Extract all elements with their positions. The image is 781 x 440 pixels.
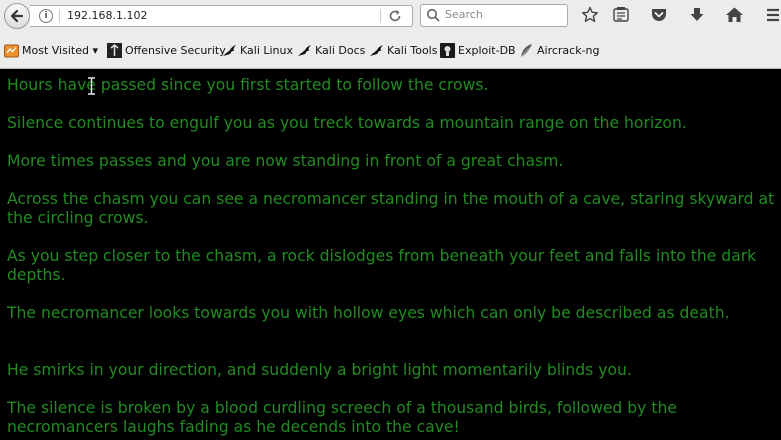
- kali-dragon-icon: [223, 45, 236, 56]
- bookmark-label: Offensive Security: [125, 44, 226, 57]
- menu-hamburger-icon[interactable]: [765, 6, 781, 24]
- bookmark-label: Exploit-DB: [458, 44, 516, 57]
- bookmark-most-visited[interactable]: Most Visited ▾: [4, 43, 98, 59]
- bookmark-label: Aircrack-ng: [537, 44, 600, 57]
- site-info-icon[interactable]: i: [39, 9, 53, 23]
- story-paragraph: He smirks in your direction, and suddenl…: [7, 361, 632, 379]
- reading-list-icon[interactable]: [612, 6, 630, 24]
- pocket-icon[interactable]: [650, 6, 668, 24]
- bookmark-label: Kali Tools: [387, 44, 438, 57]
- text-cursor-icon: [88, 77, 95, 95]
- url-text[interactable]: 192.168.1.102: [67, 9, 147, 22]
- most-visited-folder-icon: [4, 44, 19, 58]
- navigation-toolbar: i 192.168.1.102 Search: [0, 0, 781, 32]
- reload-separator: [380, 9, 381, 23]
- bookmark-kali-linux[interactable]: Kali Linux: [222, 43, 294, 59]
- offensive-security-icon: [107, 43, 122, 58]
- bookmark-star-icon[interactable]: [581, 6, 599, 24]
- kali-dragon-icon: [370, 45, 383, 56]
- search-icon: [426, 8, 440, 22]
- bookmark-label: Most Visited ▾: [22, 44, 98, 57]
- kali-dragon-icon: [298, 45, 311, 56]
- story-paragraph: Hours have passed since you first starte…: [7, 76, 489, 94]
- browser-chrome: i 192.168.1.102 Search Most Visited ▾ Of…: [0, 0, 781, 69]
- story-paragraph: The silence is broken by a blood curdlin…: [7, 399, 677, 436]
- bookmark-label: Kali Docs: [315, 44, 366, 57]
- url-bar[interactable]: i 192.168.1.102: [30, 5, 413, 27]
- bookmark-aircrack-ng[interactable]: Aircrack-ng: [519, 43, 600, 59]
- bookmark-exploit-db[interactable]: Exploit-DB: [440, 43, 516, 59]
- home-icon[interactable]: [725, 6, 744, 24]
- bookmark-label: Kali Linux: [240, 44, 294, 57]
- story-paragraph: Across the chasm you can see a necromanc…: [7, 190, 775, 227]
- aircrack-ng-icon: [520, 44, 532, 58]
- page-content: Hours have passed since you first starte…: [0, 69, 781, 440]
- url-separator: [59, 9, 60, 23]
- story-paragraph: The necromancer looks towards you with h…: [7, 304, 730, 322]
- story-paragraph: More times passes and you are now standi…: [7, 152, 564, 170]
- story-paragraph: Silence continues to engulf you as you t…: [7, 114, 687, 132]
- bookmark-kali-docs[interactable]: Kali Docs: [297, 43, 365, 59]
- download-arrow-icon[interactable]: [688, 6, 706, 24]
- bookmarks-toolbar: Most Visited ▾ Offensive Security Kali L…: [0, 36, 781, 64]
- back-arrow-icon: [10, 9, 24, 23]
- search-placeholder: Search: [445, 8, 483, 21]
- search-bar[interactable]: Search: [420, 4, 568, 27]
- reload-icon[interactable]: [388, 9, 402, 23]
- bookmark-offensive-security[interactable]: Offensive Security: [107, 43, 226, 59]
- back-button[interactable]: [4, 3, 30, 29]
- exploit-db-icon: [440, 43, 455, 58]
- bookmark-kali-tools[interactable]: Kali Tools: [369, 43, 437, 59]
- story-paragraph: As you step closer to the chasm, a rock …: [7, 247, 757, 284]
